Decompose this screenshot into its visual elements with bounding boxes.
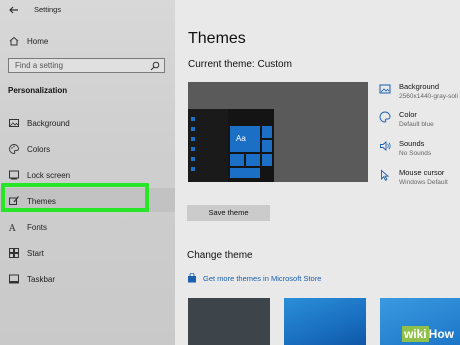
- lock-screen-icon: [8, 169, 20, 181]
- sidebar-item-background[interactable]: Background: [8, 116, 168, 130]
- back-arrow-icon[interactable]: [8, 4, 20, 16]
- theme-item-value: 2560x1440-gray-soli: [399, 93, 458, 100]
- sidebar-item-label: Start: [27, 248, 44, 258]
- theme-item-sounds[interactable]: Sounds No Sounds: [379, 139, 459, 161]
- theme-item-mouse-cursor[interactable]: Mouse cursor Windows Default: [379, 168, 459, 190]
- preview-tile: [230, 154, 244, 166]
- window-title: Settings: [34, 5, 62, 14]
- home-icon: [8, 35, 20, 47]
- theme-item-value: Windows Default: [399, 179, 448, 186]
- sidebar-item-taskbar[interactable]: Taskbar: [8, 272, 168, 286]
- preview-tile: [246, 154, 260, 166]
- preview-list-dot: [191, 167, 195, 171]
- sidebar-item-start[interactable]: Start: [8, 246, 168, 260]
- preview-tile: [262, 126, 272, 138]
- theme-preview: Aa: [188, 82, 368, 182]
- sidebar-item-label: Background: [27, 118, 70, 128]
- preview-list-dot: [191, 137, 195, 141]
- current-theme-heading: Current theme: Custom: [188, 59, 292, 70]
- sidebar-item-lock-screen[interactable]: Lock screen: [8, 168, 168, 182]
- picture-icon: [8, 117, 20, 129]
- theme-item-title: Mouse cursor: [399, 168, 445, 177]
- preview-tile-label: Aa: [236, 134, 246, 143]
- page-title: Themes: [188, 30, 246, 47]
- sidebar-item-label: Fonts: [27, 222, 48, 232]
- theme-item-background[interactable]: Background 2560x1440-gray-soli: [379, 82, 459, 104]
- sidebar-item-label: Lock screen: [27, 170, 71, 180]
- palette-icon: [8, 143, 20, 155]
- preview-tile: [262, 140, 272, 152]
- theme-item-value: Default blue: [399, 121, 434, 128]
- sidebar-item-label: Taskbar: [27, 274, 56, 284]
- watermark-part: wiki: [401, 326, 429, 342]
- sidebar-item-colors[interactable]: Colors: [8, 142, 168, 156]
- watermark-part: How: [428, 327, 454, 341]
- speaker-icon: [379, 140, 391, 152]
- search-placeholder: Find a setting: [15, 61, 64, 70]
- fonts-icon: A: [8, 221, 20, 233]
- theme-thumbnail[interactable]: [188, 298, 270, 345]
- preview-list-dot: [191, 117, 195, 121]
- sidebar-item-label: Colors: [27, 144, 51, 154]
- sidebar-item-home[interactable]: Home: [8, 34, 168, 48]
- search-input[interactable]: Find a setting: [8, 58, 165, 73]
- picture-icon: [379, 83, 391, 95]
- preview-list-dot: [191, 157, 195, 161]
- wikihow-watermark: wiki How: [401, 326, 454, 342]
- preview-list-dot: [191, 127, 195, 131]
- theme-item-value: No Sounds: [399, 150, 432, 157]
- section-heading: Personalization: [8, 86, 68, 95]
- taskbar-icon: [8, 273, 20, 285]
- start-icon: [8, 247, 20, 259]
- theme-thumbnail[interactable]: [284, 298, 366, 345]
- store-link-label: Get more themes in Microsoft Store: [203, 273, 322, 283]
- svg-text:A: A: [8, 224, 16, 233]
- sidebar-item-label: Home: [27, 36, 49, 46]
- themes-highlight-box: [1, 183, 149, 212]
- search-icon[interactable]: [150, 61, 160, 71]
- get-more-themes-link[interactable]: Get more themes in Microsoft Store: [187, 273, 321, 283]
- theme-item-title: Background: [399, 82, 440, 91]
- preview-tile: [230, 168, 260, 178]
- preview-tile-large: Aa: [230, 126, 260, 152]
- theme-item-title: Color: [399, 110, 417, 119]
- store-bag-icon: [187, 273, 197, 283]
- preview-tile: [262, 154, 272, 166]
- theme-item-color[interactable]: Color Default blue: [379, 110, 459, 132]
- cursor-icon: [379, 169, 391, 181]
- change-theme-heading: Change theme: [187, 250, 253, 261]
- save-theme-button[interactable]: Save theme: [187, 205, 270, 221]
- title-bar: Settings: [0, 0, 175, 20]
- theme-item-title: Sounds: [399, 139, 425, 148]
- preview-list-dot: [191, 147, 195, 151]
- palette-icon: [379, 111, 391, 123]
- sidebar-item-fonts[interactable]: A Fonts: [8, 220, 168, 234]
